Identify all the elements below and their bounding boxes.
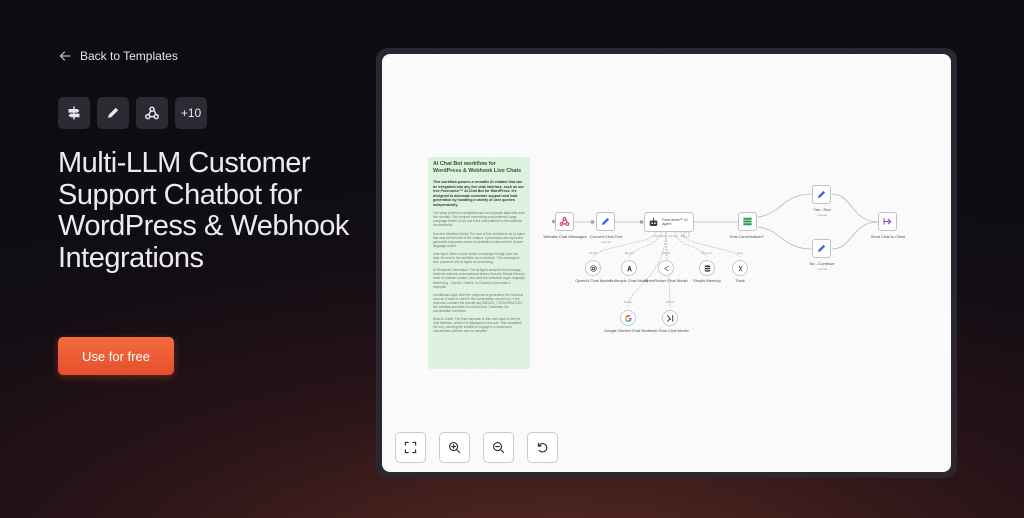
- anthropic-chat-model-node[interactable]: [621, 260, 637, 276]
- workflow-preview-frame: AI Chat Bot workflow for WordPress & Web…: [376, 48, 957, 478]
- zoom-out-button[interactable]: [483, 432, 514, 463]
- port-label: Model: [661, 251, 671, 255]
- agent-ports-label: Chat Model · Memory · Tool: [653, 235, 685, 238]
- pencil-icon: [818, 244, 826, 252]
- google-icon: [624, 314, 632, 322]
- workflow-canvas[interactable]: AI Chat Bot workflow for WordPress & Web…: [382, 54, 951, 472]
- node-sublabel: manual: [601, 240, 611, 244]
- port-label: Memory: [701, 251, 713, 255]
- tool-icon: [737, 264, 743, 272]
- node-label: End Conversation?: [729, 234, 765, 239]
- reply-icon: [883, 218, 892, 225]
- openrouter-chat-model-node[interactable]: [658, 260, 674, 276]
- openrouter-icon: [663, 265, 669, 271]
- ai-agent-node[interactable]: Forerunner™ AI Agent: [644, 212, 694, 232]
- arrow-left-icon: [59, 51, 71, 61]
- pencil-icon: [818, 190, 826, 198]
- fit-view-button[interactable]: [395, 432, 426, 463]
- page-title: Multi-LLM Customer Support Chatbot for W…: [58, 147, 349, 274]
- webhook-node[interactable]: [555, 212, 574, 231]
- webhook-icon: [136, 97, 168, 129]
- if-node[interactable]: [738, 212, 757, 231]
- set-node[interactable]: [596, 212, 615, 231]
- simple-memory-node[interactable]: [699, 260, 715, 276]
- pencil-icon: [602, 217, 610, 225]
- node-sublabel: manual: [817, 267, 827, 271]
- more-integrations-badge: +10: [175, 97, 207, 129]
- set-node-yes[interactable]: [812, 185, 831, 204]
- node-label: xAI Grok Chat Model: [651, 328, 689, 333]
- anthropic-icon: [626, 265, 632, 271]
- port-label: Model: [588, 251, 598, 255]
- port-label: Tool: [737, 251, 743, 255]
- openai-icon: [589, 264, 597, 272]
- back-to-templates-link[interactable]: Back to Templates: [59, 49, 178, 63]
- xai-grok-chat-model-node[interactable]: [662, 310, 678, 326]
- port-label: Model: [665, 300, 675, 304]
- pencil-icon: [97, 97, 129, 129]
- webhook-icon: [559, 216, 570, 226]
- google-gemini-chat-model-node[interactable]: [620, 310, 636, 326]
- signpost-icon: [58, 97, 90, 129]
- think-tool-node[interactable]: [732, 260, 748, 276]
- back-label: Back to Templates: [80, 49, 178, 63]
- zoom-in-button[interactable]: [439, 432, 470, 463]
- set-node-no[interactable]: [812, 239, 831, 258]
- integration-icons: +10: [58, 97, 207, 129]
- database-icon: [704, 264, 710, 272]
- node-sublabel: manual: [817, 213, 827, 217]
- port-label: Model: [623, 300, 633, 304]
- branch-icon: [743, 217, 752, 226]
- reset-zoom-button[interactable]: [527, 432, 558, 463]
- respond-webhook-node[interactable]: [878, 212, 897, 231]
- node-label: Forerunner™ AI Agent: [662, 218, 688, 226]
- fit-view-icon: [404, 441, 417, 454]
- reset-icon: [537, 442, 548, 453]
- node-label: Send Chat to Client: [870, 234, 906, 239]
- zoom-in-icon: [449, 442, 461, 454]
- use-for-free-button[interactable]: Use for free: [58, 337, 174, 375]
- xai-icon: [666, 314, 673, 322]
- zoom-out-icon: [493, 442, 505, 454]
- port-label: Model: [624, 251, 634, 255]
- node-label: Think: [735, 278, 745, 283]
- robot-icon: [649, 217, 658, 226]
- openai-chat-model-node[interactable]: [585, 260, 601, 276]
